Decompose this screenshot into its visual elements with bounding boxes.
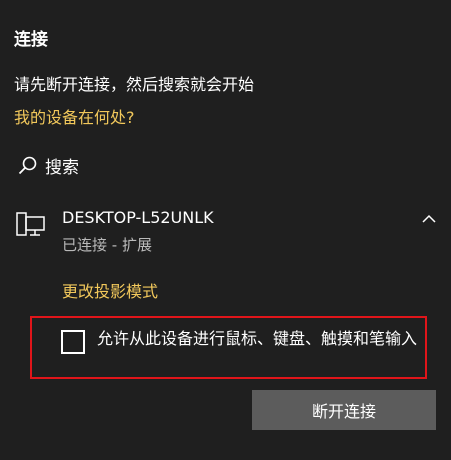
where-is-my-device-link[interactable]: 我的设备在何处? xyxy=(14,104,135,128)
device-name: DESKTOP-L52UNLK xyxy=(62,208,214,227)
change-projection-mode-link[interactable]: 更改投影模式 xyxy=(62,278,158,302)
display-icon xyxy=(15,210,47,240)
panel-title: 连接 xyxy=(14,30,48,50)
search-label: 搜索 xyxy=(45,158,79,178)
device-status: 已连接 - 扩展 xyxy=(62,236,152,254)
search-button[interactable]: 搜索 xyxy=(17,153,79,178)
allow-input-label[interactable]: 允许从此设备进行鼠标、键盘、触摸和笔输入 xyxy=(97,326,427,351)
search-instruction: 请先断开连接，然后搜索就会开始 xyxy=(14,75,255,94)
search-icon xyxy=(17,155,39,177)
chevron-up-icon[interactable] xyxy=(420,210,438,228)
disconnect-button[interactable]: 断开连接 xyxy=(252,390,436,430)
allow-input-checkbox[interactable] xyxy=(61,330,85,354)
